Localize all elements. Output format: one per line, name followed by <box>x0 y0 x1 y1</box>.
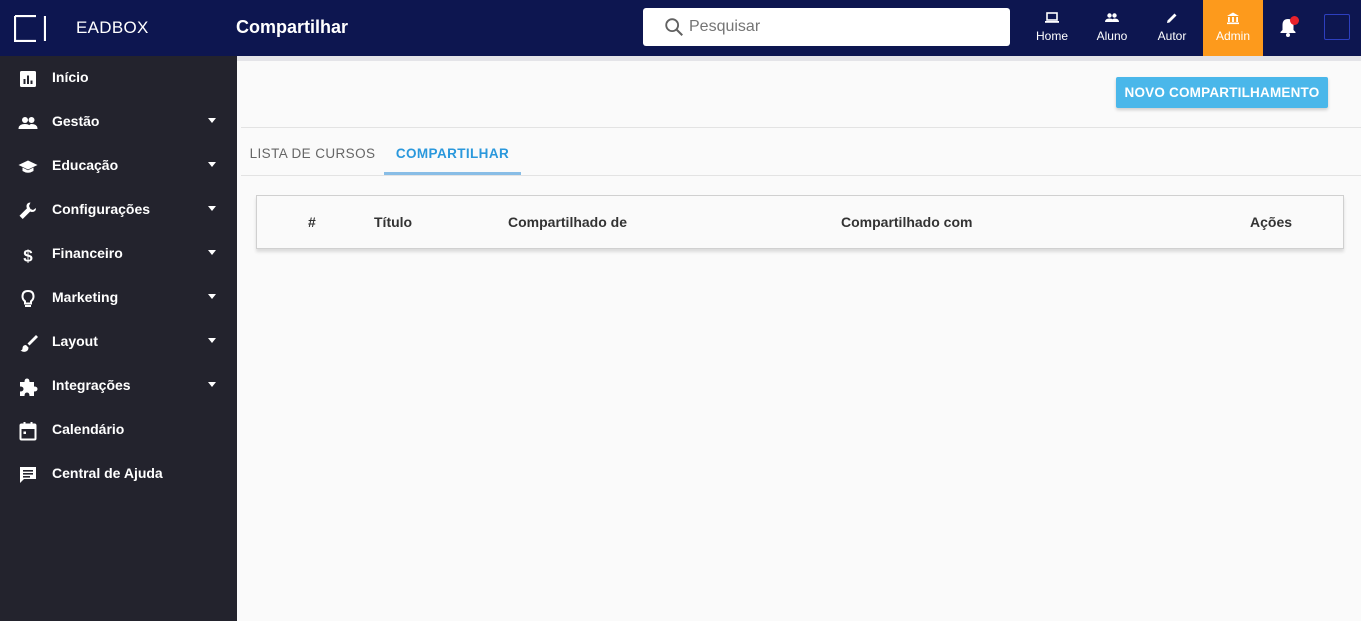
sidebar-item-label: Layout <box>52 333 98 349</box>
column-header-title[interactable]: Título <box>374 214 412 230</box>
logo-icon[interactable] <box>14 15 46 42</box>
column-header-number[interactable]: # <box>308 214 316 230</box>
sidebar-item-gestao[interactable]: Gestão <box>0 100 237 144</box>
search-icon <box>665 18 683 36</box>
chevron-down-icon <box>208 338 216 343</box>
nav-admin-button[interactable]: Admin <box>1203 0 1263 56</box>
brand-name[interactable]: EADBOX <box>76 18 149 38</box>
avatar[interactable] <box>1324 14 1350 40</box>
dollar-icon: $ <box>23 247 33 266</box>
new-share-button[interactable]: NOVO COMPARTILHAMENTO <box>1116 77 1328 108</box>
nav-autor-button[interactable]: Autor <box>1142 0 1202 56</box>
nav-autor-label: Autor <box>1157 29 1187 43</box>
chevron-down-icon <box>208 382 216 387</box>
sidebar-item-central-de-ajuda[interactable]: Central de Ajuda <box>0 452 237 496</box>
sidebar-item-label: Educação <box>52 157 119 173</box>
lightbulb-icon <box>21 289 35 307</box>
sidebar: Início Gestão Educação Configurações $ F… <box>0 56 237 621</box>
pencil-icon <box>1167 13 1177 23</box>
sidebar-item-label: Configurações <box>52 201 151 217</box>
sidebar-item-marketing[interactable]: Marketing <box>0 276 237 320</box>
nav-home-button[interactable]: Home <box>1022 0 1082 56</box>
people-icon <box>1105 13 1119 22</box>
people-icon <box>18 117 38 129</box>
notification-dot <box>1290 16 1299 25</box>
graduation-cap-icon <box>18 160 38 173</box>
calendar-icon <box>19 422 37 441</box>
nav-home-label: Home <box>1035 29 1068 43</box>
divider <box>241 127 1361 128</box>
chart-icon <box>20 71 36 87</box>
laptop-icon <box>1045 12 1059 23</box>
svg-text:$: $ <box>23 247 33 266</box>
column-header-shared-from[interactable]: Compartilhado de <box>508 214 627 230</box>
sidebar-item-financeiro[interactable]: $ Financeiro <box>0 232 237 276</box>
chevron-down-icon <box>208 250 216 255</box>
nav-admin-label: Admin <box>1215 29 1250 43</box>
nav-aluno-button[interactable]: Aluno <box>1082 0 1142 56</box>
puzzle-icon <box>20 378 38 396</box>
nav-aluno-label: Aluno <box>1096 29 1128 43</box>
main-content: NOVO COMPARTILHAMENTO LISTA DE CURSOS CO… <box>241 61 1361 621</box>
column-header-actions: Ações <box>1250 214 1293 230</box>
sidebar-item-label: Integrações <box>52 377 131 393</box>
top-bar: EADBOX Compartilhar Home Aluno Autor <box>0 0 1361 56</box>
sidebar-item-label: Central de Ajuda <box>52 465 163 481</box>
sidebar-item-label: Início <box>52 69 89 85</box>
page-title: Compartilhar <box>236 17 349 37</box>
chevron-down-icon <box>208 206 216 211</box>
search-box[interactable] <box>643 8 1010 46</box>
share-table: # Título Compartilhado de Compartilhado … <box>256 195 1344 249</box>
sidebar-item-inicio[interactable]: Início <box>0 56 237 100</box>
column-header-shared-with[interactable]: Compartilhado com <box>841 214 972 230</box>
sidebar-item-calendario[interactable]: Calendário <box>0 408 237 452</box>
chevron-down-icon <box>208 118 216 123</box>
search-input[interactable] <box>689 8 999 46</box>
sidebar-item-label: Calendário <box>52 421 125 437</box>
sidebar-item-label: Marketing <box>52 289 119 305</box>
sidebar-item-educacao[interactable]: Educação <box>0 144 237 188</box>
wrench-icon <box>19 202 36 219</box>
sidebar-item-integracoes[interactable]: Integrações <box>0 364 237 408</box>
sidebar-item-label: Gestão <box>52 113 100 129</box>
chevron-down-icon <box>208 162 216 167</box>
chat-icon <box>20 467 36 483</box>
sidebar-item-configuracoes[interactable]: Configurações <box>0 188 237 232</box>
tabs-divider <box>241 175 1361 176</box>
bank-icon <box>1227 12 1239 25</box>
tab-lista-de-cursos[interactable]: LISTA DE CURSOS <box>241 133 384 175</box>
brush-icon <box>20 335 38 352</box>
chevron-down-icon <box>208 294 216 299</box>
sidebar-item-layout[interactable]: Layout <box>0 320 237 364</box>
sidebar-item-label: Financeiro <box>52 245 123 261</box>
tab-compartilhar[interactable]: COMPARTILHAR <box>384 133 521 175</box>
